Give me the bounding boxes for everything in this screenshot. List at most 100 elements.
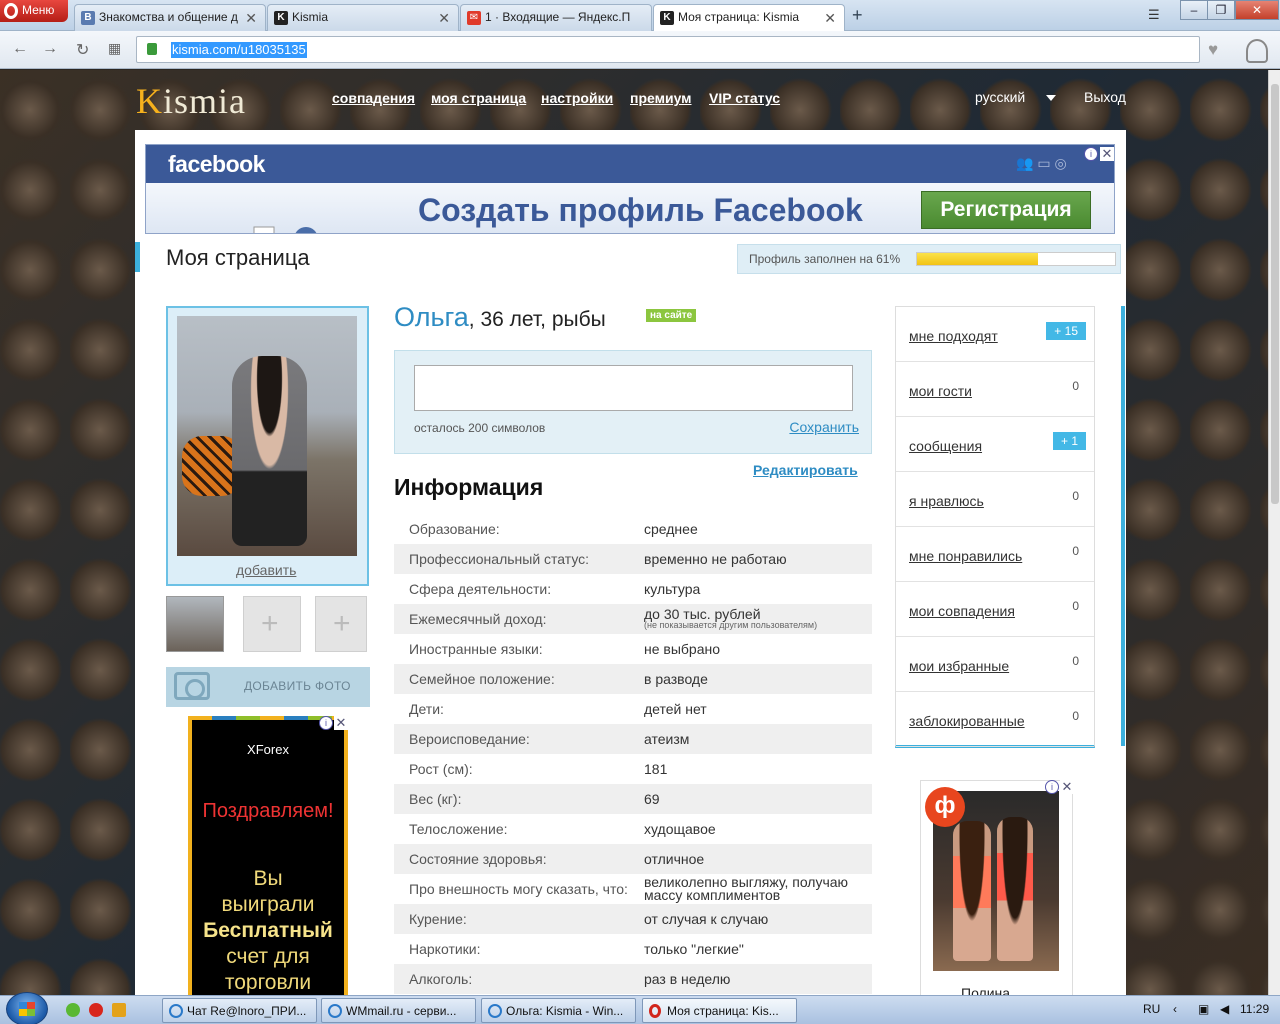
nav-my-page[interactable]: моя страница: [431, 90, 526, 106]
sidebar-item-label[interactable]: мои совпадения: [909, 603, 1015, 619]
new-tab-plus-icon[interactable]: +: [852, 5, 863, 26]
sidebar-item-count: 0: [1072, 379, 1079, 393]
nav-vip-status[interactable]: VIP статус: [709, 90, 780, 106]
taskbar-task-label: Ольга: Kismia - Win...: [506, 1004, 624, 1018]
tray-expand-icon[interactable]: ‹: [1173, 1002, 1177, 1016]
browser-tab-2[interactable]: K Kismia ✕: [267, 4, 459, 31]
close-tab-icon[interactable]: ✕: [245, 10, 257, 27]
media-player-icon[interactable]: [112, 1003, 126, 1017]
sidebar-item[interactable]: мои избранные 0: [896, 637, 1094, 692]
forward-arrow-icon[interactable]: →: [42, 40, 58, 58]
xforex-brand: XForex: [247, 742, 289, 757]
edit-info-link[interactable]: Редактировать: [753, 462, 858, 478]
browser-tab-4[interactable]: K Моя страница: Kismia ✕: [653, 4, 845, 32]
sidebar-item-count: 0: [1072, 599, 1079, 613]
fb-ad-headline[interactable]: Создать профиль Facebook: [418, 192, 863, 229]
url-field[interactable]: kismia.com/u18035135: [136, 36, 1200, 63]
add-photo-link[interactable]: добавить: [236, 562, 296, 578]
start-button[interactable]: [6, 992, 48, 1024]
fb-register-button[interactable]: Регистрация: [921, 191, 1091, 229]
sidebar-item[interactable]: мои гости 0: [896, 362, 1094, 417]
sidebar-item-label[interactable]: мне подходят: [909, 328, 998, 344]
speed-dial-grid-icon[interactable]: ▦: [108, 40, 121, 57]
ad-figure: [997, 817, 1033, 961]
photo-thumbnail[interactable]: [166, 596, 224, 652]
back-arrow-icon[interactable]: ←: [12, 40, 28, 58]
ad-info-icon[interactable]: i: [319, 716, 333, 730]
taskbar-task[interactable]: Ольга: Kismia - Win...: [481, 998, 636, 1023]
browser-tab-bar: Меню В Знакомства и общение д ✕ K Kismia…: [0, 0, 1280, 32]
info-value-cell: не выбрано: [644, 634, 872, 664]
minimize-button[interactable]: –: [1180, 0, 1208, 20]
kismia-logo[interactable]: Kismia: [136, 80, 246, 122]
xforex-ad[interactable]: XForex Поздравляем! Вы выиграли Бесплатн…: [188, 716, 348, 995]
nav-matches[interactable]: совпадения: [332, 90, 415, 106]
profile-name: Ольга: [394, 302, 469, 332]
taskbar-task[interactable]: Моя страница: Kis...: [642, 998, 797, 1023]
taskbar-task[interactable]: WMmail.ru - серви...: [321, 998, 476, 1023]
url-text[interactable]: kismia.com/u18035135: [171, 42, 307, 58]
language-select[interactable]: русский: [975, 89, 1025, 105]
close-ad-icon[interactable]: ✕: [1100, 147, 1114, 161]
sidebar-item[interactable]: мои совпадения 0: [896, 582, 1094, 637]
nav-premium[interactable]: премиум: [630, 90, 692, 106]
browser-tab-1[interactable]: В Знакомства и общение д ✕: [74, 4, 266, 31]
sidebar-item-label[interactable]: мои избранные: [909, 658, 1009, 674]
close-tab-icon[interactable]: ✕: [824, 10, 836, 27]
info-row: Курение: от случая к случаю: [394, 904, 872, 934]
close-tab-icon[interactable]: ✕: [438, 10, 450, 27]
network-icon[interactable]: ▣: [1198, 1002, 1209, 1016]
tab-title: Знакомства и общение д: [99, 10, 238, 24]
clock[interactable]: 11:29: [1240, 1002, 1269, 1016]
ad-info-icon[interactable]: i: [1045, 780, 1059, 794]
language-indicator[interactable]: RU: [1143, 1002, 1160, 1016]
chevron-down-icon[interactable]: [1046, 95, 1056, 101]
profile-photo[interactable]: [177, 316, 357, 556]
photo-ad[interactable]: ф Полина: [920, 780, 1073, 995]
nav-settings[interactable]: настройки: [541, 90, 613, 106]
sidebar-item-label[interactable]: я нравлюсь: [909, 493, 984, 509]
kismia-favicon-icon: K: [274, 11, 288, 25]
sidebar-item-label[interactable]: мне понравились: [909, 548, 1022, 564]
empty-photo-slot[interactable]: +: [315, 596, 367, 652]
yandex-icon[interactable]: [89, 1003, 103, 1017]
info-value-cell: временно не работаю: [644, 544, 872, 574]
close-window-button[interactable]: ✕: [1235, 0, 1279, 20]
info-value: среднее: [644, 520, 698, 537]
browser-tab-3[interactable]: ✉ 1 · Входящие — Яндекс.П: [460, 4, 652, 31]
scrollbar-thumb[interactable]: [1271, 84, 1279, 504]
sidebar-item[interactable]: заблокированные 0: [896, 692, 1094, 747]
add-photo-button[interactable]: ДОБАВИТЬ ФОТО: [166, 667, 370, 707]
sidebar-item-label[interactable]: сообщения: [909, 438, 982, 454]
opera-turbo-icon[interactable]: [1246, 39, 1268, 63]
quicklaunch-app-icon[interactable]: [66, 1003, 80, 1017]
empty-photo-slot[interactable]: +: [243, 596, 301, 652]
reload-icon[interactable]: ↻: [76, 40, 89, 60]
sidebar-accent: [1121, 306, 1125, 746]
tab-menu-icon[interactable]: ☰: [1148, 7, 1160, 23]
sidebar-item[interactable]: мне понравились 0: [896, 527, 1094, 582]
opera-menu-button[interactable]: Меню: [0, 0, 68, 22]
sidebar-item-label[interactable]: мои гости: [909, 383, 972, 399]
fb-network-illustration: 31: [253, 226, 317, 233]
taskbar-task[interactable]: Чат Re@lnoro_ПРИ...: [162, 998, 317, 1023]
close-ad-icon[interactable]: ✕: [1060, 780, 1074, 794]
page-scrollbar[interactable]: [1268, 70, 1280, 995]
ad-info-icon[interactable]: i: [1084, 147, 1098, 161]
sidebar-item[interactable]: мне подходят + 15: [896, 307, 1094, 362]
logout-link[interactable]: Выход: [1084, 89, 1126, 105]
facebook-ad-banner[interactable]: facebook 👥 ▭ ◎ 31 Создать профиль Facebo…: [145, 144, 1115, 234]
bookmark-heart-icon[interactable]: ♥: [1208, 40, 1218, 60]
info-row: Алкоголь: раз в неделю: [394, 964, 872, 994]
profile-progress-bar: [916, 252, 1116, 266]
maximize-button[interactable]: ❐: [1207, 0, 1235, 20]
save-status-link[interactable]: Сохранить: [789, 419, 859, 435]
status-input[interactable]: [414, 365, 853, 411]
sidebar-item[interactable]: я нравлюсь 0: [896, 472, 1094, 527]
info-label: Рост (см):: [409, 761, 473, 777]
close-ad-icon[interactable]: ✕: [334, 716, 348, 730]
sidebar-item-label[interactable]: заблокированные: [909, 713, 1025, 729]
volume-icon[interactable]: ◀: [1220, 1002, 1229, 1016]
sidebar-item[interactable]: сообщения + 1: [896, 417, 1094, 472]
xforex-offer-line: счет для: [226, 945, 310, 968]
